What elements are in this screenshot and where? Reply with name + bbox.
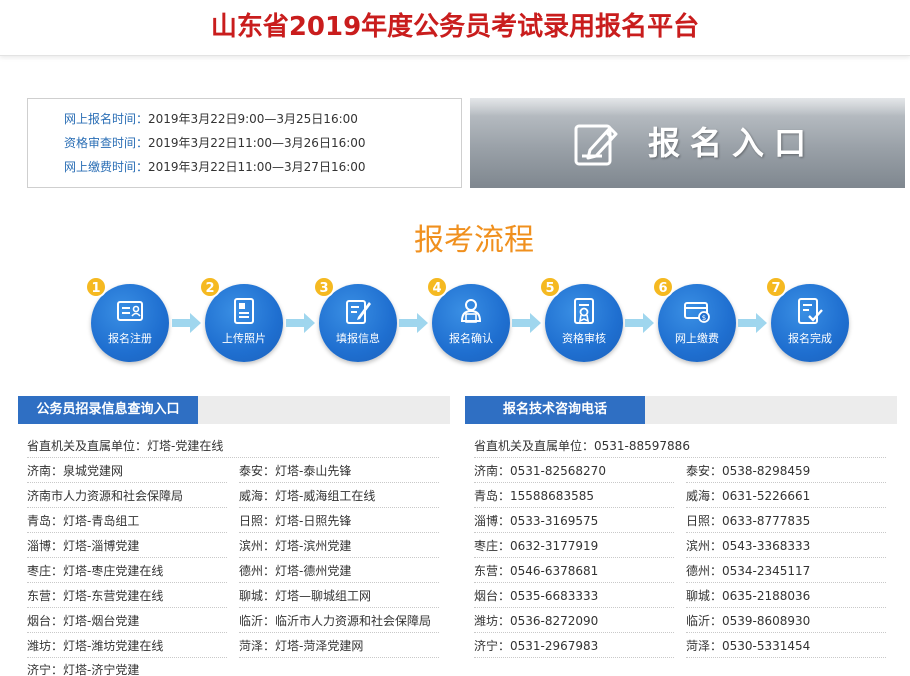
step-arrow-icon <box>738 313 767 333</box>
step-label: 报名确认 <box>449 332 493 345</box>
phone-entry: 烟台：0535-6683333 <box>474 584 674 608</box>
step-label: 网上缴费 <box>675 332 719 345</box>
query-link[interactable]: 聊城：灯塔—聊城组工网 <box>239 584 439 608</box>
schedule-value: 2019年3月22日9:00—3月25日16:00 <box>148 112 358 126</box>
phone-entry: 滨州：0543-3368333 <box>686 534 886 558</box>
phone-entry: 泰安：0538-8298459 <box>686 459 886 483</box>
photo-document-icon <box>234 298 254 324</box>
step-1: 1 报名注册 <box>85 276 169 362</box>
phone-entry: 济宁：0531-2967983 <box>474 634 674 658</box>
step-number-badge: 4 <box>426 276 448 298</box>
entry-label: 报名入口 <box>648 124 817 162</box>
query-link[interactable]: 泰安：灯塔-泰山先锋 <box>239 459 439 483</box>
query-link[interactable]: 威海：灯塔-威海组工在线 <box>239 484 439 508</box>
step-label: 资格审核 <box>562 332 606 345</box>
edit-document-icon <box>574 124 618 166</box>
phone-entry: 临沂：0539-8608930 <box>686 609 886 633</box>
step-number-badge: 5 <box>539 276 561 298</box>
step-label: 填报信息 <box>336 332 380 345</box>
step-5: 5 资格审核 <box>539 276 623 362</box>
query-link[interactable]: 潍坊：灯塔-潍坊党建在线 <box>27 634 227 658</box>
process-title: 报考流程 <box>414 223 534 258</box>
schedule-label: 网上报名时间： <box>64 112 149 126</box>
registration-entry-button[interactable]: 报名入口 <box>470 98 905 188</box>
schedule-label: 资格审查时间： <box>64 136 149 150</box>
entry-highlight <box>470 98 905 116</box>
phone-entry: 济南：0531-82568270 <box>474 459 674 483</box>
query-link[interactable]: 济南：泉城党建网 <box>27 459 227 483</box>
query-link[interactable]: 济南市人力资源和社会保障局 <box>27 484 227 508</box>
query-link[interactable]: 青岛：灯塔-青岛组工 <box>27 509 227 533</box>
query-link[interactable]: 日照：灯塔-日照先锋 <box>239 509 439 533</box>
schedule-label: 网上缴费时间： <box>64 160 149 174</box>
step-arrow-icon <box>399 313 428 333</box>
schedule-value: 2019年3月22日11:00—3月27日16:00 <box>148 160 366 174</box>
site-title: 山东省2019年度公务员考试录用报名平台 <box>210 12 700 42</box>
step-number-badge: 3 <box>313 276 335 298</box>
step-2: 2 上传照片 <box>199 276 283 362</box>
phone-entry: 德州：0534-2345117 <box>686 559 886 583</box>
user-confirm-icon <box>460 299 482 323</box>
query-link[interactable]: 东营：灯塔-东营党建在线 <box>27 584 227 608</box>
schedule-row-registration: 网上报名时间：2019年3月22日9:00—3月25日16:00 <box>64 110 358 127</box>
schedule-row-payment: 网上缴费时间：2019年3月22日11:00—3月27日16:00 <box>64 158 366 175</box>
svg-text:$: $ <box>702 314 706 322</box>
step-6: 6 $ 网上缴费 <box>652 276 736 362</box>
step-arrow-icon <box>625 313 654 333</box>
schedule-row-review: 资格审查时间：2019年3月22日11:00—3月26日16:00 <box>64 134 366 151</box>
query-link[interactable]: 滨州：灯塔-滨州党建 <box>239 534 439 558</box>
query-link[interactable]: 临沂：临沂市人力资源和社会保障局 <box>239 609 439 633</box>
step-label: 上传照片 <box>222 332 266 345</box>
schedule-box: 网上报名时间：2019年3月22日9:00—3月25日16:00 资格审查时间：… <box>27 98 462 188</box>
query-link[interactable]: 济宁：灯塔-济宁党建 <box>27 658 227 676</box>
query-panel-title: 公务员招录信息查询入口 <box>18 396 198 424</box>
step-number-badge: 6 <box>652 276 674 298</box>
phone-entry: 潍坊：0536-8272090 <box>474 609 674 633</box>
phone-entry: 菏泽：0530-5331454 <box>686 634 886 658</box>
phone-entry: 淄博：0533-3169575 <box>474 509 674 533</box>
step-number-badge: 2 <box>199 276 221 298</box>
payment-card-icon: $ <box>684 302 710 323</box>
query-panel-header: 公务员招录信息查询入口 <box>18 396 450 424</box>
form-edit-icon <box>346 300 371 324</box>
schedule-value: 2019年3月22日11:00—3月26日16:00 <box>148 136 366 150</box>
step-7: 7 报名完成 <box>765 276 849 362</box>
query-link[interactable]: 烟台：灯塔-烟台党建 <box>27 609 227 633</box>
check-document-icon <box>798 298 823 324</box>
step-label: 报名完成 <box>788 332 832 345</box>
query-link[interactable]: 枣庄：灯塔-枣庄党建在线 <box>27 559 227 583</box>
certificate-icon <box>574 298 594 324</box>
phone-entry: 威海：0631-5226661 <box>686 484 886 508</box>
step-arrow-icon <box>512 313 541 333</box>
query-link[interactable]: 德州：灯塔-德州党建 <box>239 559 439 583</box>
step-label: 报名注册 <box>108 332 152 345</box>
query-link[interactable]: 菏泽：灯塔-菏泽党建网 <box>239 634 439 658</box>
step-number-badge: 1 <box>85 276 107 298</box>
phone-entry: 省直机关及直属单位：0531-88597886 <box>474 434 886 458</box>
phone-entry: 东营：0546-6378681 <box>474 559 674 583</box>
step-arrow-icon <box>172 313 201 333</box>
phone-entry: 聊城：0635-2188036 <box>686 584 886 608</box>
phone-panel-header: 报名技术咨询电话 <box>465 396 897 424</box>
step-4: 4 报名确认 <box>426 276 510 362</box>
phone-entry: 日照：0633-8777835 <box>686 509 886 533</box>
query-link[interactable]: 淄博：灯塔-淄博党建 <box>27 534 227 558</box>
step-arrow-icon <box>286 313 315 333</box>
phone-entry: 枣庄：0632-3177919 <box>474 534 674 558</box>
phone-panel-title: 报名技术咨询电话 <box>465 396 645 424</box>
step-3: 3 填报信息 <box>313 276 397 362</box>
id-card-icon <box>117 301 143 321</box>
top-header: 山东省2019年度公务员考试录用报名平台 <box>0 0 910 56</box>
query-link[interactable]: 省直机关及直属单位：灯塔-党建在线 <box>27 434 439 458</box>
step-number-badge: 7 <box>765 276 787 298</box>
phone-entry: 青岛：15588683585 <box>474 484 674 508</box>
